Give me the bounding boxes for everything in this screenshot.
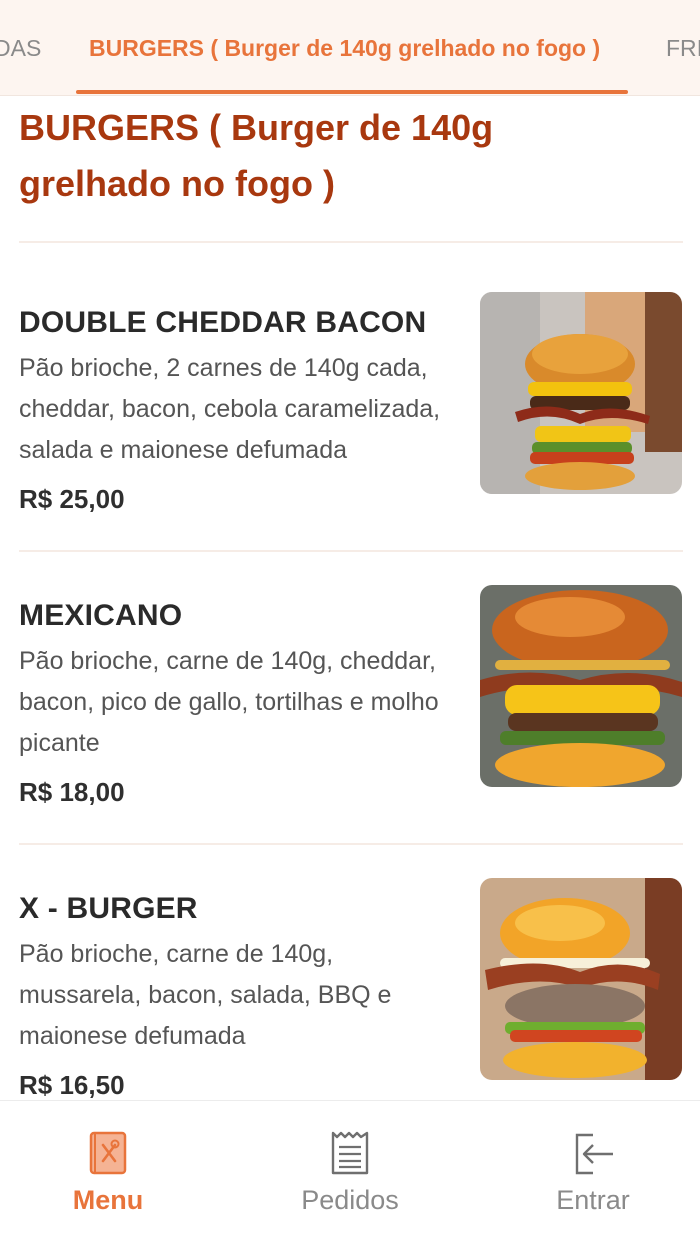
active-tab-indicator — [76, 90, 628, 94]
double-cheddar-bacon-burger-photo[interactable] — [480, 292, 682, 494]
tab-burgers[interactable]: BURGERS ( Burger de 140g grelhado no fog… — [89, 0, 600, 95]
mexicano-burger-photo[interactable] — [480, 585, 682, 787]
product-price: R$ 25,00 — [19, 484, 125, 514]
nav-pedidos[interactable]: Pedidos — [270, 1101, 430, 1244]
product-description: Pão brioche, 2 carnes de 140g cada, ched… — [19, 354, 441, 464]
divider — [19, 843, 683, 845]
category-tab-bar: DAS BURGERS ( Burger de 140g grelhado no… — [0, 0, 700, 96]
product-card[interactable]: DOUBLE CHEDDAR BACON Pão brioche, 2 carn… — [0, 292, 700, 556]
product-price: R$ 18,00 — [19, 777, 125, 807]
product-name: DOUBLE CHEDDAR BACON — [19, 306, 427, 339]
tab-next-category[interactable]: FRI — [666, 0, 700, 95]
nav-menu-label: Menu — [72, 1185, 144, 1215]
nav-pedidos-label: Pedidos — [301, 1185, 399, 1215]
bottom-navigation: Menu Pedidos Entrar — [0, 1100, 700, 1244]
menu-book-icon — [89, 1131, 127, 1175]
product-name: X - BURGER — [19, 892, 198, 925]
section-title: BURGERS ( Burger de 140g grelhado no fog… — [19, 107, 494, 204]
divider — [19, 550, 683, 552]
product-description: Pão brioche, carne de 140g, cheddar, bac… — [19, 647, 439, 757]
burger-image-icon — [480, 878, 682, 1080]
tab-label-partial: DAS — [0, 35, 42, 61]
tab-previous-category[interactable]: DAS — [0, 0, 42, 95]
divider — [19, 241, 683, 243]
product-name: MEXICANO — [19, 599, 183, 632]
nav-menu[interactable]: Menu — [28, 1101, 188, 1244]
product-description: Pão brioche, carne de 140g, mussarela, b… — [19, 940, 392, 1050]
login-icon — [575, 1133, 613, 1175]
nav-entrar[interactable]: Entrar — [513, 1101, 673, 1244]
product-price: R$ 16,50 — [19, 1070, 125, 1100]
burger-image-icon — [480, 292, 682, 494]
burger-image-icon — [480, 585, 682, 787]
nav-entrar-label: Entrar — [556, 1185, 630, 1215]
product-card[interactable]: MEXICANO Pão brioche, carne de 140g, che… — [0, 585, 700, 849]
receipt-icon — [331, 1131, 369, 1175]
x-burger-photo[interactable] — [480, 878, 682, 1080]
